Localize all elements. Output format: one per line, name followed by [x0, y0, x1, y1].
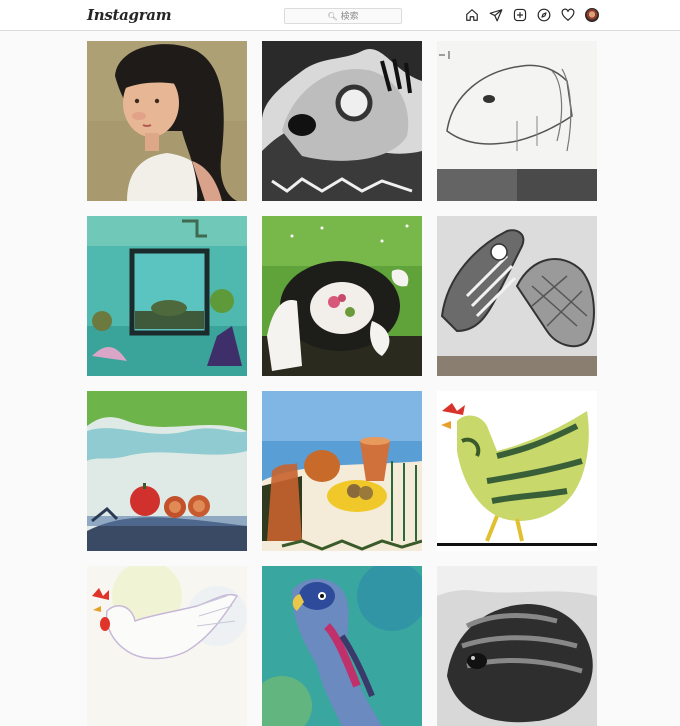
direct-message-icon[interactable]	[489, 8, 503, 22]
new-post-icon[interactable]	[513, 8, 527, 22]
post-aquarium-painting[interactable]	[87, 216, 247, 376]
post-charcoal-animal[interactable]	[437, 566, 597, 726]
search-input[interactable]: 🔍︎ 検索	[284, 8, 402, 24]
home-icon[interactable]	[465, 8, 479, 22]
search-icon: 🔍︎	[327, 12, 338, 21]
post-sneakers-drawing[interactable]	[437, 216, 597, 376]
profile-avatar[interactable]	[585, 8, 599, 22]
top-navigation-bar: Instagram 🔍︎ 検索	[0, 0, 680, 31]
post-pots-still-life[interactable]	[262, 391, 422, 551]
search-placeholder: 検索	[340, 11, 359, 21]
post-white-bird-watercolor[interactable]	[87, 566, 247, 726]
post-charcoal-creature[interactable]	[262, 41, 422, 201]
post-fruit-still-life[interactable]	[87, 391, 247, 551]
post-turtle-painting[interactable]	[262, 216, 422, 376]
post-rooster-painting[interactable]	[437, 391, 597, 551]
post-grid	[87, 41, 597, 726]
post-girl-portrait[interactable]	[87, 41, 247, 201]
post-parrot-watercolor[interactable]	[262, 566, 422, 726]
activity-heart-icon[interactable]	[561, 8, 575, 22]
instagram-logo[interactable]: Instagram	[87, 6, 172, 24]
post-pencil-fish-sketch[interactable]	[437, 41, 597, 201]
explore-icon[interactable]	[537, 8, 551, 22]
